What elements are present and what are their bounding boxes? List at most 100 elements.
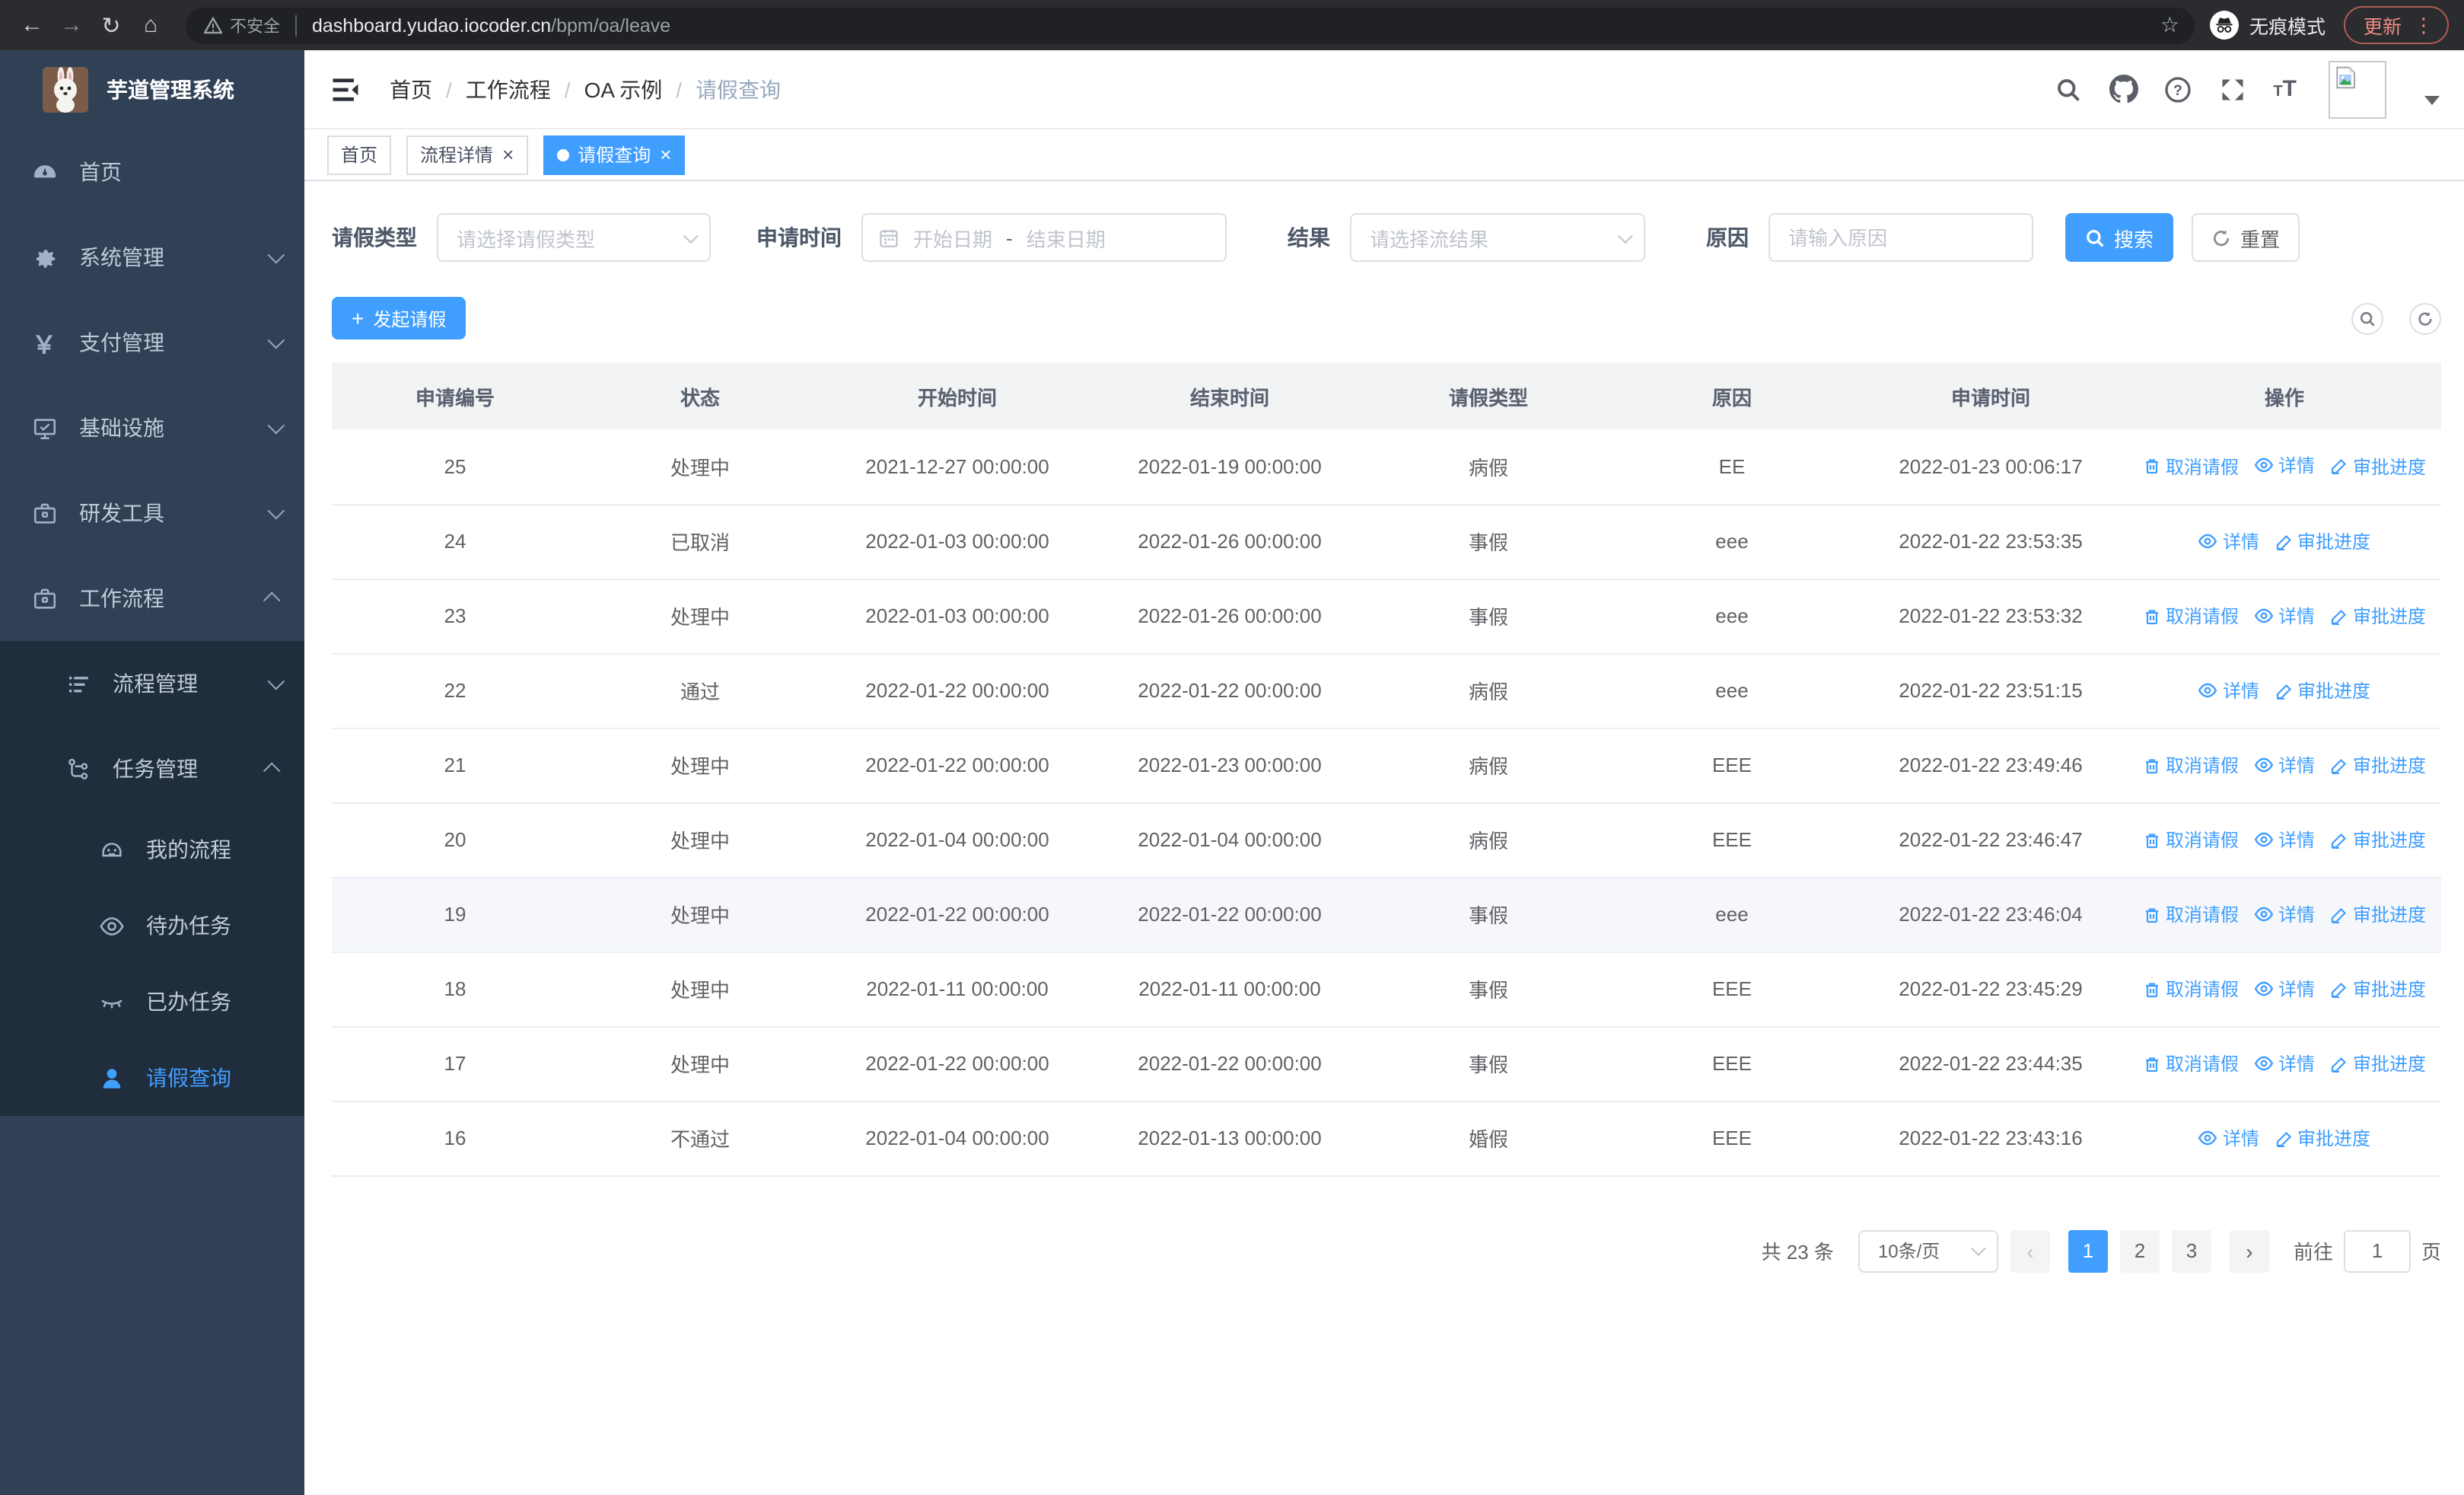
table-row[interactable]: 23 处理中 2022-01-03 00:00:00 2022-01-26 00…: [332, 579, 2441, 654]
sidebar-item-8[interactable]: 我的流程: [0, 811, 304, 888]
tab-2[interactable]: 请假查询 ×: [543, 135, 686, 174]
breadcrumb-item[interactable]: 首页: [390, 74, 432, 104]
browser-menu-icon[interactable]: ⋮: [2414, 13, 2434, 37]
refresh-table-button[interactable]: [2409, 302, 2441, 334]
table-row[interactable]: 21 处理中 2022-01-22 00:00:00 2022-01-23 00…: [332, 728, 2441, 803]
toggle-search-button[interactable]: [2351, 302, 2383, 334]
action-progress-link[interactable]: 审批进度: [2330, 603, 2426, 629]
table-toolbar: + 发起请假: [332, 297, 2441, 339]
action-cancel-link[interactable]: 取消请假: [2143, 901, 2239, 927]
action-progress-link[interactable]: 审批进度: [2330, 752, 2426, 778]
action-detail-link[interactable]: 详情: [2198, 677, 2259, 703]
action-cancel-link[interactable]: 取消请假: [2143, 827, 2239, 853]
action-cancel-link[interactable]: 取消请假: [2143, 1050, 2239, 1076]
apply-time-range-picker[interactable]: 开始日期 - 结束日期: [861, 213, 1227, 262]
cell-start: 2022-01-04 00:00:00: [822, 1101, 1093, 1176]
start-date-placeholder[interactable]: 开始日期: [913, 223, 992, 252]
prev-page-button[interactable]: ‹: [2010, 1229, 2050, 1272]
browser-reload-icon[interactable]: ↻: [91, 5, 131, 45]
sidebar-item-1[interactable]: 系统管理: [0, 215, 304, 300]
close-icon[interactable]: ×: [660, 145, 671, 164]
action-detail-link[interactable]: 详情: [2198, 528, 2259, 553]
create-leave-button[interactable]: + 发起请假: [332, 297, 466, 339]
fullscreen-icon[interactable]: [2218, 75, 2247, 104]
action-detail-link[interactable]: 详情: [2254, 1050, 2315, 1076]
sidebar-item-7[interactable]: 任务管理: [0, 726, 304, 811]
action-cancel-link[interactable]: 取消请假: [2143, 976, 2239, 1002]
reset-button[interactable]: 重置: [2192, 213, 2300, 262]
end-date-placeholder[interactable]: 结束日期: [1027, 223, 1106, 252]
header-search-icon[interactable]: [2054, 75, 2083, 104]
sidebar-item-2[interactable]: ￥ 支付管理: [0, 300, 304, 385]
help-icon[interactable]: ?: [2163, 75, 2192, 104]
table-row[interactable]: 19 处理中 2022-01-22 00:00:00 2022-01-22 00…: [332, 877, 2441, 952]
goto-page-input[interactable]: [2343, 1229, 2411, 1272]
action-cancel-link[interactable]: 取消请假: [2143, 752, 2239, 778]
table-row[interactable]: 22 通过 2022-01-22 00:00:00 2022-01-22 00:…: [332, 653, 2441, 728]
result-select[interactable]: 请选择流结果: [1350, 213, 1645, 262]
reason-input[interactable]: [1788, 226, 2014, 249]
sidebar-item-5[interactable]: 工作流程: [0, 556, 304, 641]
table-row[interactable]: 25 处理中 2021-12-27 00:00:00 2022-01-19 00…: [332, 429, 2441, 505]
update-label[interactable]: 更新: [2364, 11, 2402, 40]
tab-1[interactable]: 流程详情 ×: [406, 135, 528, 174]
leave-type-select[interactable]: 请选择请假类型: [437, 213, 711, 262]
browser-back-icon[interactable]: ←: [12, 5, 52, 45]
page-size-select[interactable]: 10条/页: [1858, 1229, 1998, 1272]
result-placeholder: 请选择流结果: [1370, 228, 1489, 250]
action-cancel-link[interactable]: 取消请假: [2143, 603, 2239, 629]
action-progress-link[interactable]: 审批进度: [2275, 1125, 2370, 1151]
sidebar-item-3[interactable]: 基础设施: [0, 385, 304, 470]
sidebar-item-0[interactable]: 首页: [0, 129, 304, 215]
table-row[interactable]: 16 不通过 2022-01-04 00:00:00 2022-01-13 00…: [332, 1101, 2441, 1176]
breadcrumb-item[interactable]: OA 示例: [584, 74, 663, 104]
action-cancel-link[interactable]: 取消请假: [2143, 454, 2239, 480]
security-warning[interactable]: 不安全: [204, 13, 280, 37]
browser-forward-icon[interactable]: →: [52, 5, 91, 45]
tab-0[interactable]: 首页: [327, 135, 392, 174]
table-row[interactable]: 18 处理中 2022-01-11 00:00:00 2022-01-11 00…: [332, 952, 2441, 1027]
url-bar[interactable]: 不安全 dashboard.yudao.iocoder.cn /bpm/oa/l…: [186, 7, 2195, 43]
page-button-2[interactable]: 2: [2119, 1229, 2160, 1272]
action-progress-link[interactable]: 审批进度: [2275, 677, 2370, 703]
action-detail-link[interactable]: 详情: [2254, 453, 2315, 479]
action-detail-link[interactable]: 详情: [2254, 751, 2315, 777]
action-progress-link[interactable]: 审批进度: [2330, 1050, 2426, 1076]
close-icon[interactable]: ×: [502, 145, 514, 164]
leave-table: 申请编号 状态 开始时间 结束时间 请假类型 原因 申请时间 操作 25 处理中 2021-1…: [332, 362, 2441, 1176]
page-button-3[interactable]: 3: [2171, 1229, 2211, 1272]
action-progress-link[interactable]: 审批进度: [2275, 528, 2370, 554]
table-row[interactable]: 24 已取消 2022-01-03 00:00:00 2022-01-26 00…: [332, 504, 2441, 579]
action-progress-link[interactable]: 审批进度: [2330, 976, 2426, 1002]
action-detail-link[interactable]: 详情: [2254, 826, 2315, 852]
action-progress-link[interactable]: 审批进度: [2330, 827, 2426, 853]
action-progress-link[interactable]: 审批进度: [2330, 454, 2426, 480]
sidebar-item-9[interactable]: 待办任务: [0, 888, 304, 964]
browser-update-button[interactable]: 更新 ⋮: [2343, 6, 2449, 44]
avatar-dropdown-caret[interactable]: [2424, 95, 2440, 104]
table-row[interactable]: 17 处理中 2022-01-22 00:00:00 2022-01-22 00…: [332, 1026, 2441, 1101]
sidebar-item-4[interactable]: 研发工具: [0, 470, 304, 556]
sidebar-item-6[interactable]: 流程管理: [0, 641, 304, 726]
breadcrumb-item[interactable]: 工作流程: [466, 74, 551, 104]
search-button[interactable]: 搜索: [2065, 213, 2173, 262]
avatar[interactable]: [2329, 60, 2386, 118]
browser-home-icon[interactable]: ⌂: [131, 5, 170, 45]
sidebar-collapse-icon[interactable]: [329, 72, 362, 106]
action-detail-link[interactable]: 详情: [2254, 901, 2315, 926]
table-row[interactable]: 20 处理中 2022-01-04 00:00:00 2022-01-04 00…: [332, 802, 2441, 878]
next-page-button[interactable]: ›: [2229, 1229, 2269, 1272]
page-button-1[interactable]: 1: [2068, 1229, 2108, 1272]
sidebar-item-11[interactable]: 请假查询: [0, 1040, 304, 1116]
action-detail-link[interactable]: 详情: [2254, 975, 2315, 1001]
action-detail-link[interactable]: 详情: [2198, 1124, 2259, 1150]
toolbox-icon: [30, 499, 58, 527]
app-logo[interactable]: 芋道管理系统: [0, 50, 304, 129]
action-detail-link[interactable]: 详情: [2254, 602, 2315, 628]
bookmark-star-icon[interactable]: ☆: [2160, 12, 2179, 38]
font-size-icon[interactable]: TT: [2273, 78, 2297, 100]
url-path: /bpm/oa/leave: [551, 14, 671, 36]
action-progress-link[interactable]: 审批进度: [2330, 901, 2426, 927]
sidebar-item-10[interactable]: 已办任务: [0, 964, 304, 1040]
github-icon[interactable]: [2109, 75, 2138, 104]
